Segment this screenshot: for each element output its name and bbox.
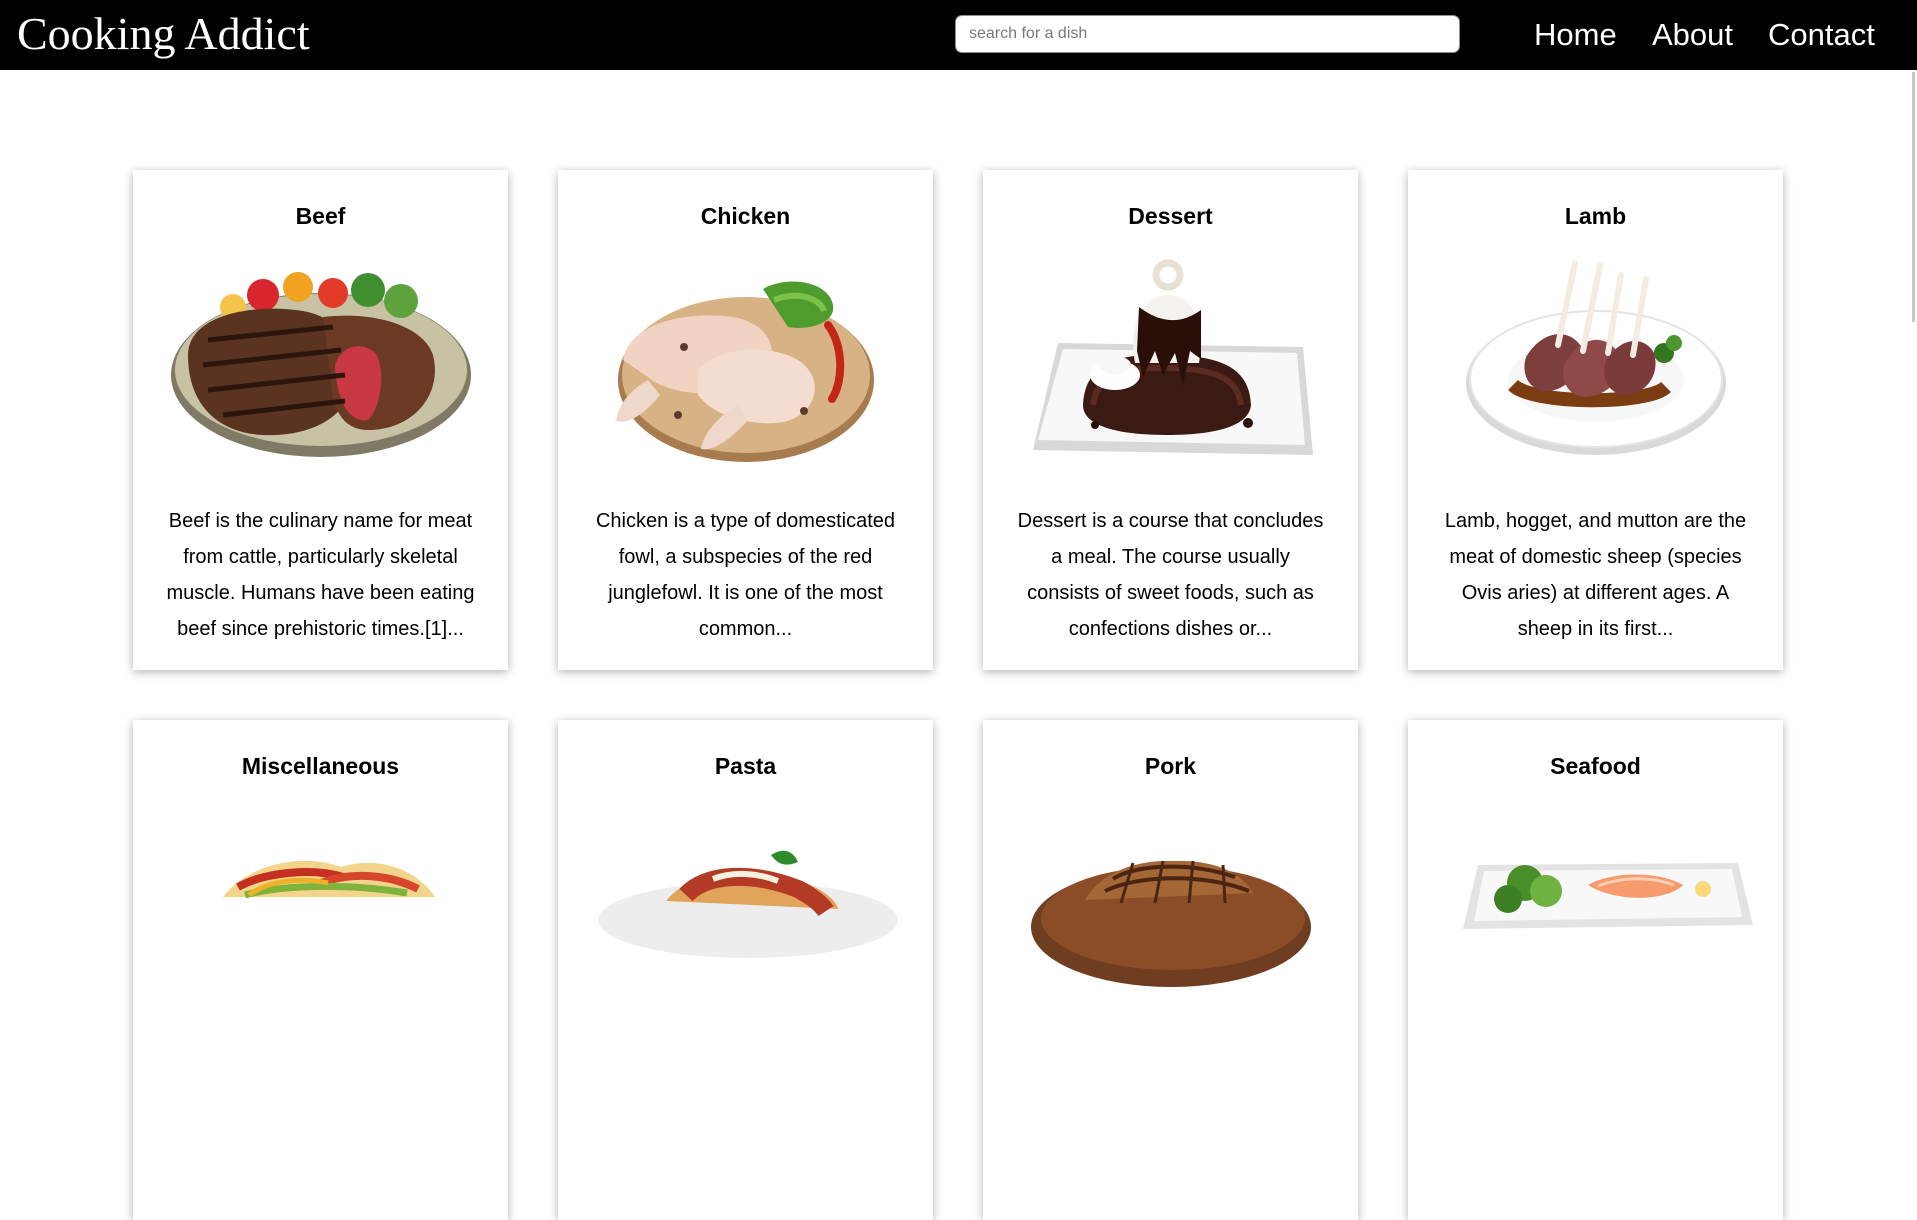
lamb-rack-plate-image — [1466, 260, 1726, 455]
nav-about-link[interactable]: About — [1652, 14, 1733, 56]
card-title: Seafood — [1550, 753, 1641, 779]
site-logo[interactable]: Cooking Addict — [17, 8, 310, 60]
category-card-dessert[interactable]: Dessert Dessert is a course that conclud… — [983, 170, 1358, 670]
category-card-seafood[interactable]: Seafood — [1408, 720, 1783, 1220]
category-card-pasta[interactable]: Pasta — [558, 720, 933, 1220]
card-title: Beef — [295, 203, 346, 229]
category-card-miscellaneous[interactable]: Miscellaneous — [133, 720, 508, 1220]
chocolate-cake-dessert-image — [1033, 259, 1313, 455]
nav-contact-link[interactable]: Contact — [1768, 14, 1875, 56]
top-navbar: Cooking Addict Home About Contact — [0, 0, 1917, 70]
card-title: Miscellaneous — [241, 753, 400, 779]
grilled-steak-plate-image — [171, 272, 471, 457]
grilled-pork-chop-image — [1031, 860, 1311, 987]
card-title: Chicken — [700, 203, 791, 229]
salmon-salad-plate-image — [1463, 863, 1753, 929]
scrollbar-thumb[interactable] — [1912, 72, 1915, 322]
pasta-bolognese-image — [598, 850, 898, 958]
card-title: Pork — [1144, 753, 1197, 779]
category-card-chicken[interactable]: Chicken Chicken is a type of domesticate… — [558, 170, 933, 670]
card-description: Lamb, hogget, and mutton are the meat of… — [1444, 510, 1747, 640]
category-card-beef[interactable]: Beef Beef is the culinary name for meat … — [133, 170, 508, 670]
search-input[interactable] — [955, 15, 1460, 53]
card-title: Dessert — [1128, 203, 1213, 229]
raw-chicken-legs-image — [616, 281, 874, 462]
category-card-lamb[interactable]: Lamb Lamb, hogget, and mutton are the me… — [1408, 170, 1783, 670]
card-title: Pasta — [714, 753, 777, 779]
category-card-pork[interactable]: Pork — [983, 720, 1358, 1220]
tacos-image — [223, 860, 435, 899]
card-description: Beef is the culinary name for meat from … — [166, 510, 475, 640]
nav-home-link[interactable]: Home — [1534, 14, 1617, 56]
card-description: Dessert is a course that concludes a mea… — [1017, 510, 1324, 640]
card-description: Chicken is a type of domesticated fowl, … — [595, 510, 896, 640]
card-title: Lamb — [1564, 203, 1627, 229]
